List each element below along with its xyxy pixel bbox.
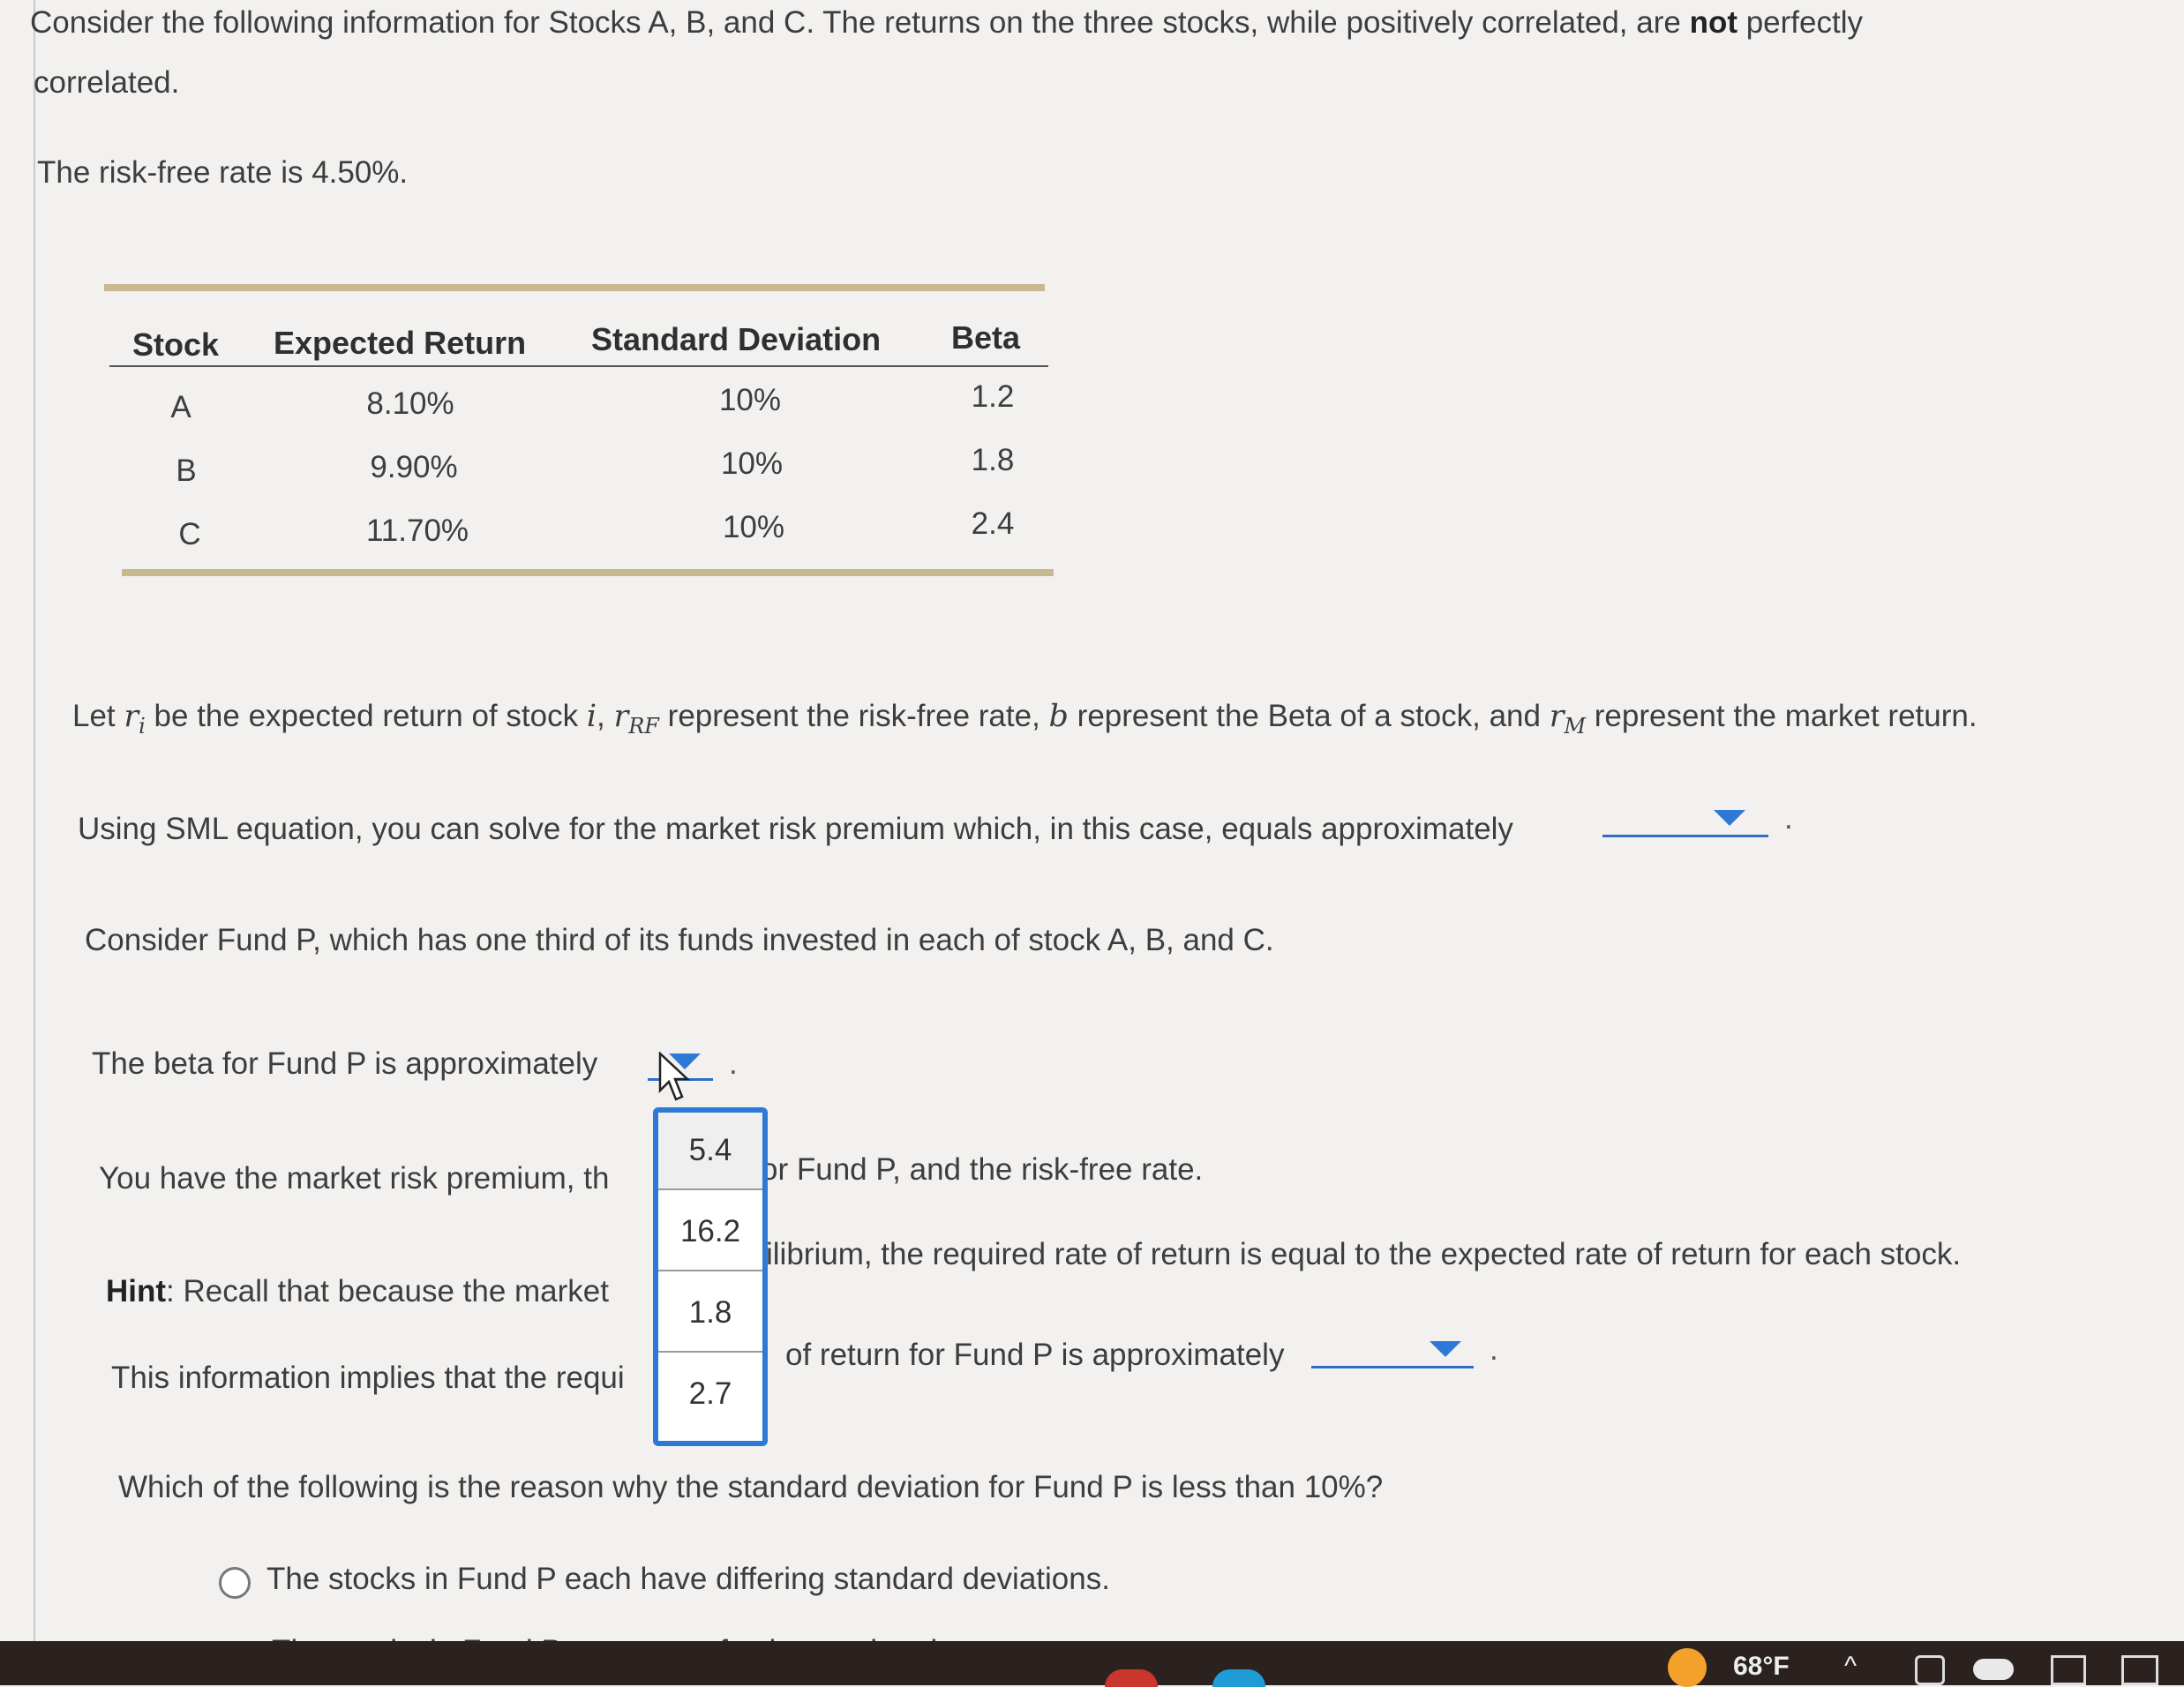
weather-icon[interactable] bbox=[1668, 1648, 1707, 1687]
chevron-down-icon bbox=[1430, 1341, 1461, 1357]
table-top-rule bbox=[104, 284, 1045, 291]
radio-button[interactable] bbox=[219, 1567, 251, 1599]
table-cell: 8.10% bbox=[366, 386, 454, 421]
header-standard-deviation: Standard Deviation bbox=[591, 321, 882, 357]
app-icon[interactable] bbox=[1212, 1669, 1265, 1687]
chevron-down-icon bbox=[1714, 810, 1745, 826]
app-icon[interactable] bbox=[1105, 1669, 1158, 1687]
sml-question: Using SML equation, you can solve for th… bbox=[78, 812, 1513, 846]
table-cell: 2.4 bbox=[971, 506, 1015, 541]
table-cell: 1.8 bbox=[971, 443, 1015, 477]
beta-question: The beta for Fund P is approximately bbox=[92, 1046, 598, 1081]
beta-option[interactable]: 2.7 bbox=[658, 1356, 762, 1432]
cloud-icon[interactable] bbox=[1973, 1659, 2014, 1680]
hint-text-right: ilibrium, the required rate of return is… bbox=[766, 1237, 1962, 1271]
beta-option[interactable]: 5.4 bbox=[658, 1113, 762, 1190]
beta-option[interactable]: 1.8 bbox=[658, 1275, 762, 1353]
period: . bbox=[1784, 801, 1793, 836]
temperature[interactable]: 68°F bbox=[1733, 1652, 1790, 1682]
std-dev-question: Which of the following is the reason why… bbox=[118, 1470, 1384, 1504]
table-cell: 10% bbox=[722, 510, 785, 544]
required-return-dropdown[interactable] bbox=[1311, 1336, 1474, 1368]
beta-option[interactable]: 16.2 bbox=[658, 1194, 762, 1271]
premium-text-right: or Fund P, and the risk-free rate. bbox=[761, 1152, 1204, 1187]
period: . bbox=[1490, 1332, 1498, 1367]
implies-text-left: This information implies that the requi bbox=[111, 1361, 625, 1395]
table-cell: A bbox=[170, 390, 191, 424]
intro-line-1: Consider the following information for S… bbox=[30, 5, 1863, 40]
fund-p-text: Consider Fund P, which has one third of … bbox=[85, 923, 1274, 957]
outlook-icon[interactable] bbox=[1915, 1655, 1945, 1685]
table-cell: B bbox=[176, 454, 197, 488]
table-cell: 9.90% bbox=[370, 450, 458, 484]
table-cell: 11.70% bbox=[365, 514, 469, 548]
mouse-cursor-icon bbox=[658, 1052, 690, 1101]
table-bottom-rule bbox=[122, 569, 1054, 576]
premium-text-left: You have the market risk premium, th bbox=[99, 1161, 610, 1196]
beta-options-menu[interactable]: 5.4 16.2 1.8 2.7 bbox=[653, 1107, 768, 1446]
question-panel: Consider the following information for S… bbox=[0, 0, 2184, 1687]
panel-left-border bbox=[34, 0, 35, 1685]
table-cell: 10% bbox=[718, 383, 782, 417]
table-cell: 1.2 bbox=[971, 379, 1015, 414]
risk-free-text: The risk-free rate is 4.50%. bbox=[37, 155, 409, 190]
answer-label: The stocks in Fund P each have differing… bbox=[266, 1562, 1110, 1596]
header-expected-return: Expected Return bbox=[274, 325, 527, 361]
header-stock: Stock bbox=[132, 326, 220, 363]
intro-line-2: correlated. bbox=[34, 65, 180, 100]
display-icon[interactable] bbox=[2121, 1655, 2158, 1685]
table-cell: C bbox=[178, 517, 201, 551]
network-icon[interactable] bbox=[2051, 1655, 2086, 1685]
definitions-text: Let ri be the expected return of stock i… bbox=[72, 699, 1978, 739]
header-beta: Beta bbox=[951, 319, 1021, 356]
period: . bbox=[729, 1046, 738, 1081]
implies-text-right: of return for Fund P is approximately bbox=[785, 1338, 1285, 1372]
chevron-up-icon[interactable]: ^ bbox=[1844, 1652, 1857, 1682]
hint-text-left: Hint: Recall that because the market bbox=[106, 1274, 609, 1308]
table-cell: 10% bbox=[720, 446, 784, 481]
header-divider bbox=[109, 365, 1048, 367]
market-risk-premium-dropdown[interactable] bbox=[1602, 805, 1768, 837]
